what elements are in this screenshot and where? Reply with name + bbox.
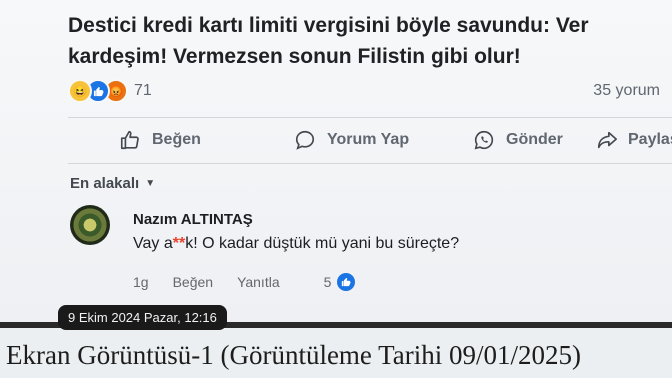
divider bbox=[68, 117, 672, 118]
screenshot-caption: Ekran Görüntüsü-1 (Görüntüleme Tarihi 09… bbox=[6, 340, 582, 370]
send-label: Gönder bbox=[506, 131, 563, 148]
comment-like-button[interactable]: Beğen bbox=[173, 274, 213, 290]
post-title: Destici kredi kartı limiti vergisini böy… bbox=[68, 14, 589, 68]
comment-sort-dropdown[interactable]: En alakalı ▼ bbox=[70, 175, 155, 192]
sort-label: En alakalı bbox=[70, 175, 140, 192]
facebook-post-screen: Destici kredi kartı limiti vergisini böy… bbox=[0, 0, 672, 322]
reactions-summary[interactable]: 😆 😡 71 bbox=[68, 79, 152, 103]
comment-text-start: Vay a bbox=[133, 235, 173, 252]
comment-author[interactable]: Nazım ALTINTAŞ bbox=[133, 211, 253, 228]
share-icon bbox=[597, 131, 617, 149]
haha-icon: 😆 bbox=[68, 79, 92, 103]
share-label: Paylaş bbox=[628, 131, 672, 148]
comment-icon bbox=[295, 130, 315, 150]
like-button[interactable]: Beğen bbox=[118, 129, 201, 151]
comment-text-end: k! O kadar düştük mü yani bu süreçte? bbox=[185, 235, 460, 252]
whatsapp-icon bbox=[474, 130, 494, 150]
like-icon bbox=[337, 273, 356, 291]
divider bbox=[68, 163, 672, 164]
censor-mark: ** bbox=[172, 235, 186, 252]
thumbs-up-icon bbox=[120, 130, 139, 150]
comment-label: Yorum Yap bbox=[327, 131, 410, 148]
avatar[interactable] bbox=[70, 205, 110, 245]
timestamp-overlay: 9 Ekim 2024 Pazar, 12:16 bbox=[58, 305, 227, 330]
action-bar: Beğen Yorum Yap Gönder Paylaş bbox=[68, 124, 672, 156]
comment-text: Vay a**k! O kadar düştük mü yani bu süre… bbox=[133, 235, 459, 253]
send-button[interactable]: Gönder bbox=[472, 129, 563, 151]
comment-time[interactable]: 1g bbox=[133, 274, 149, 290]
reaction-count: 71 bbox=[134, 82, 152, 99]
comment-meta: 1g Beğen Yanıtla 5 bbox=[133, 273, 356, 291]
caret-down-icon: ▼ bbox=[145, 178, 156, 189]
comment-count[interactable]: 35 yorum bbox=[593, 82, 660, 100]
like-label: Beğen bbox=[152, 131, 201, 148]
share-button[interactable]: Paylaş bbox=[596, 129, 672, 151]
comment-button[interactable]: Yorum Yap bbox=[293, 129, 409, 151]
comment-like-count: 5 bbox=[323, 274, 332, 290]
comment-reply-button[interactable]: Yanıtla bbox=[237, 274, 280, 290]
